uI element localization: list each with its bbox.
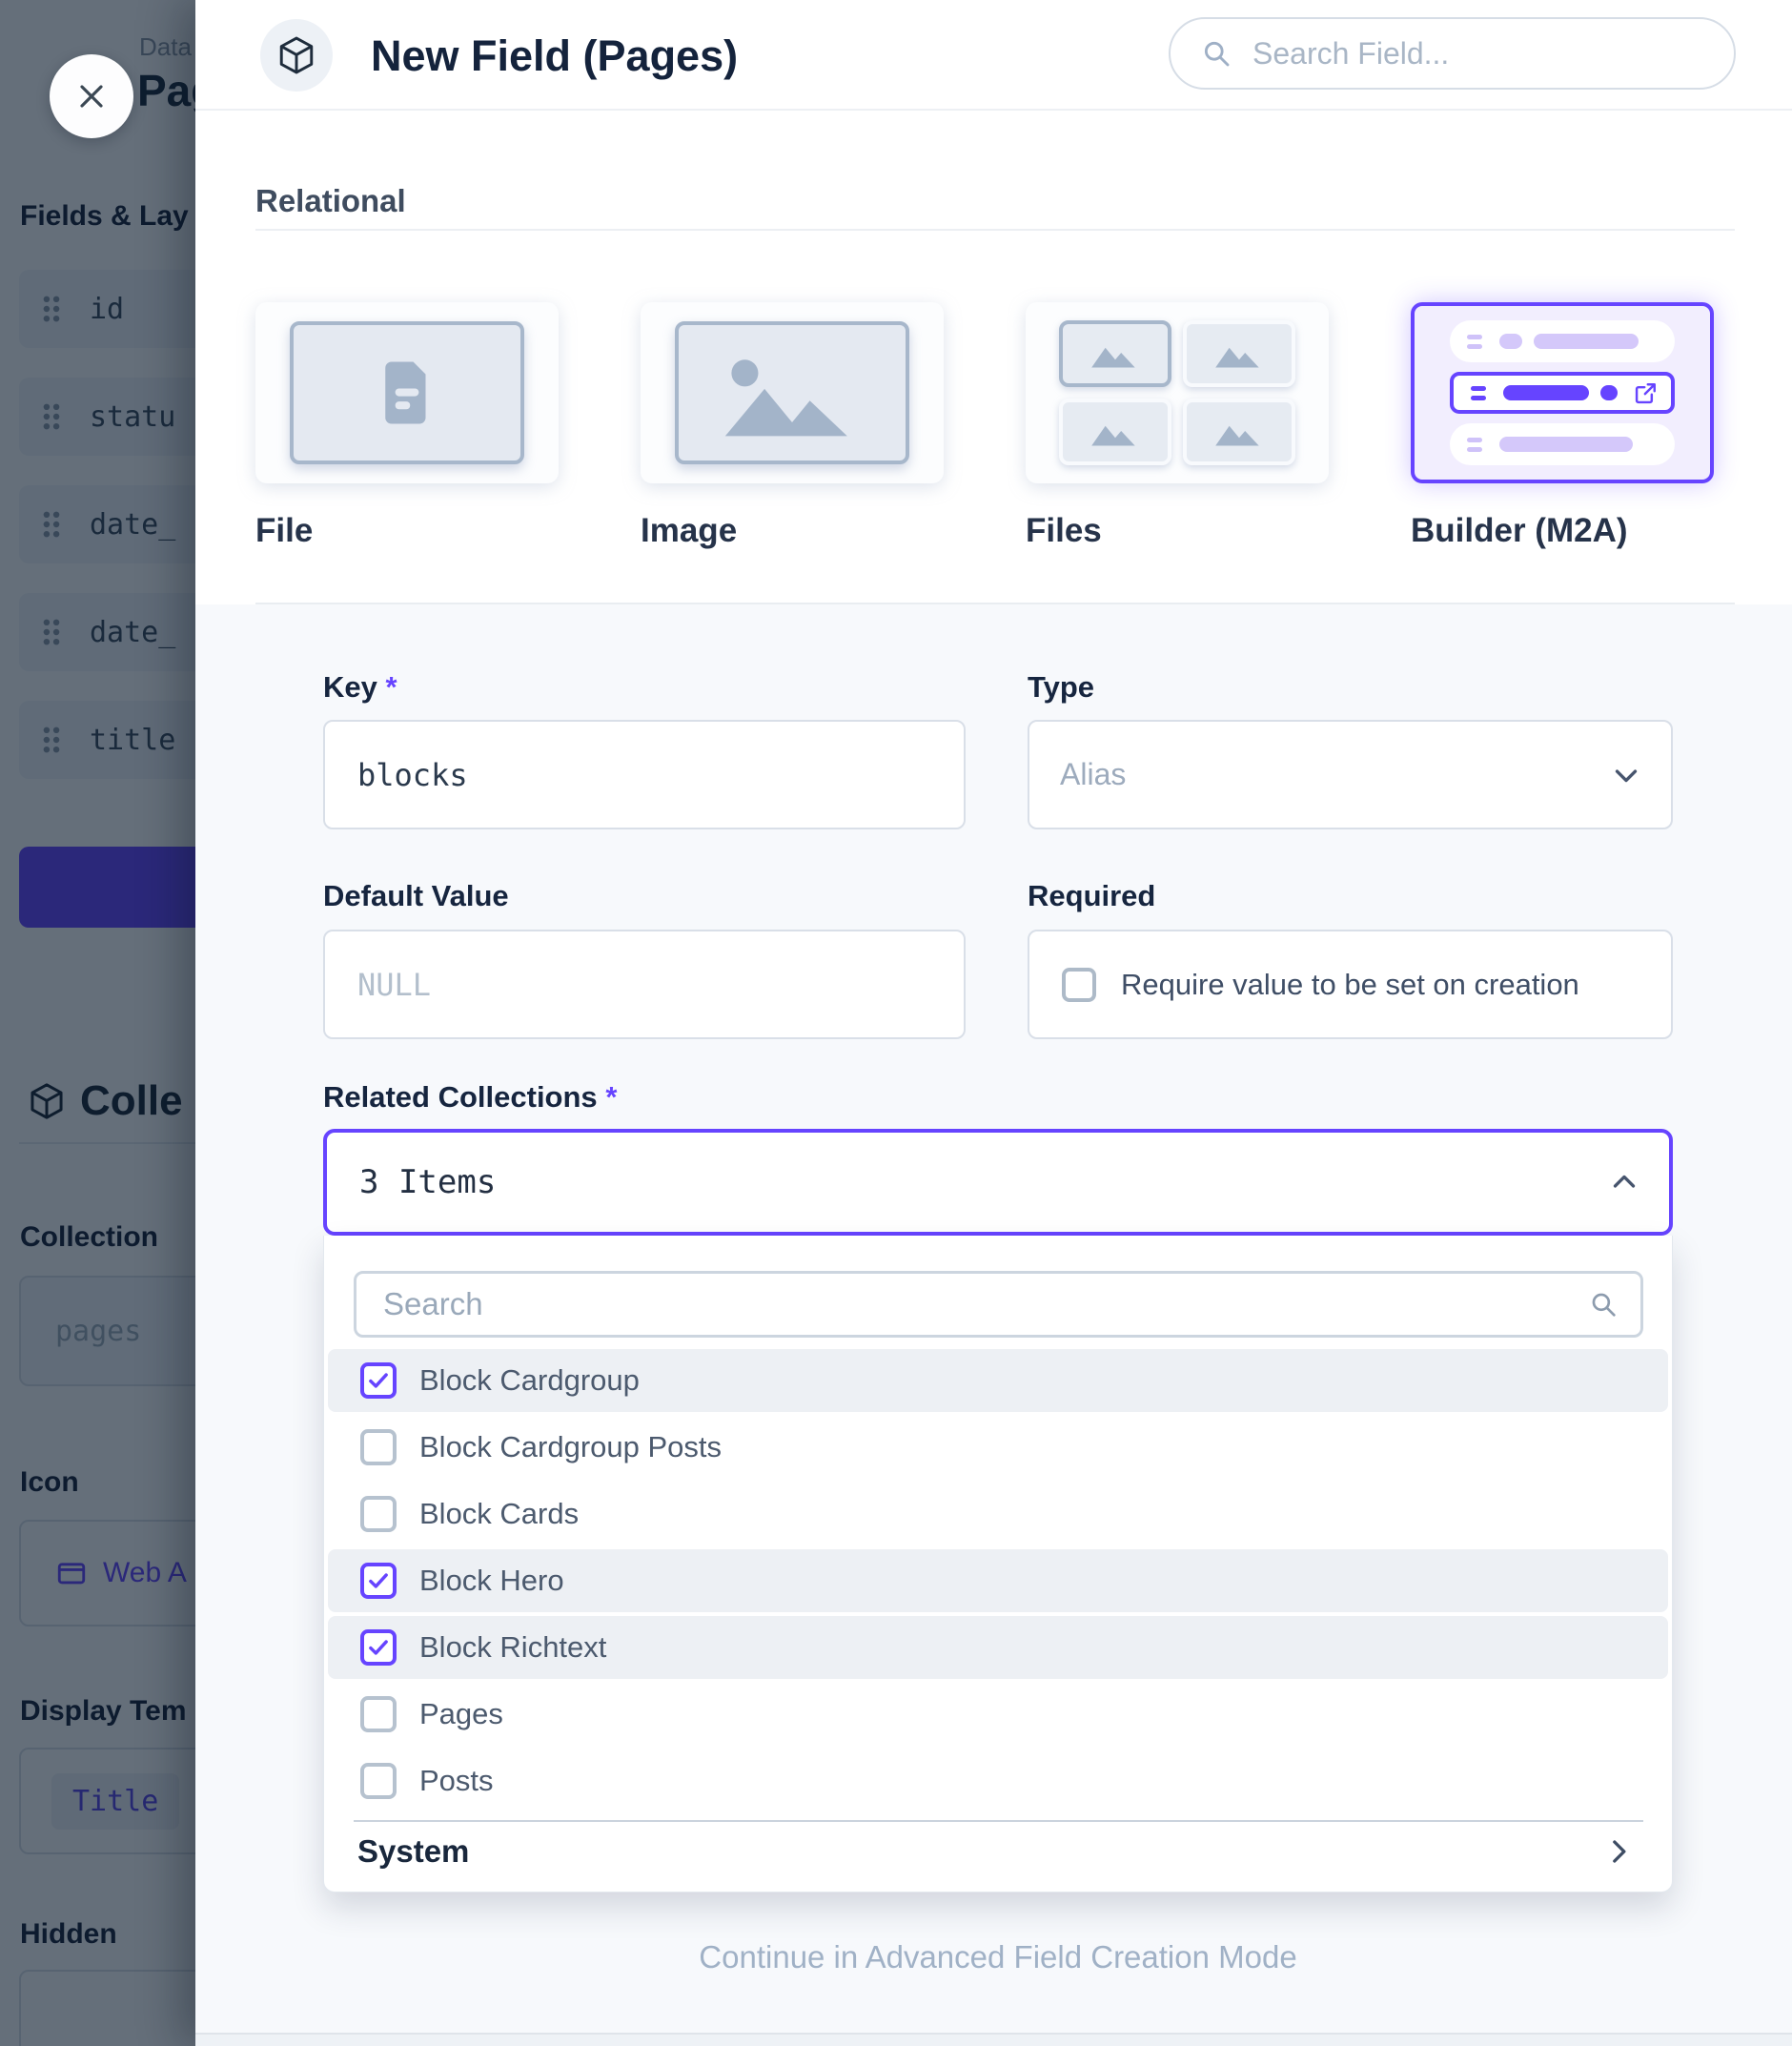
type-label: Type: [1028, 670, 1094, 705]
required-asterisk: *: [386, 670, 397, 704]
collection-option-label: Block Cards: [419, 1497, 579, 1531]
image-thumb-icon: [1059, 399, 1171, 465]
field-type-files[interactable]: Files: [1026, 302, 1329, 550]
type-select[interactable]: Alias: [1028, 720, 1673, 829]
external-link-icon: [1633, 379, 1660, 406]
related-collections-select[interactable]: 3 Items: [323, 1129, 1673, 1236]
image-thumb-icon: [1183, 320, 1295, 387]
default-value-input[interactable]: [323, 930, 966, 1039]
relational-divider: [255, 229, 1735, 231]
collection-option[interactable]: Block Hero: [328, 1549, 1668, 1612]
checkbox-icon[interactable]: [360, 1763, 397, 1799]
field-search[interactable]: [1169, 17, 1736, 90]
search-icon: [1199, 36, 1233, 71]
field-type-image[interactable]: Image: [641, 302, 944, 550]
new-field-drawer: New Field (Pages) Relational File: [195, 0, 1792, 2046]
close-drawer-button[interactable]: [50, 54, 133, 138]
default-value-label: Default Value: [323, 879, 509, 913]
builder-row: [1450, 423, 1675, 465]
header-divider: [195, 109, 1792, 111]
key-label: Key *: [323, 670, 397, 705]
collection-option-label: Block Richtext: [419, 1630, 606, 1665]
collection-option-label: Pages: [419, 1697, 503, 1731]
builder-row-active: [1450, 372, 1675, 414]
checkbox-icon[interactable]: [360, 1496, 397, 1532]
search-icon: [1587, 1288, 1619, 1320]
field-type-builder-m2a[interactable]: Builder (M2A): [1411, 302, 1714, 550]
image-icon: [702, 340, 883, 445]
chevron-right-icon: [1599, 1832, 1638, 1871]
box-icon: [275, 34, 317, 76]
chevron-down-icon: [1608, 757, 1644, 793]
chevron-up-icon: [1606, 1164, 1642, 1200]
required-asterisk: *: [605, 1080, 617, 1114]
checkbox-icon[interactable]: [360, 1563, 397, 1599]
checkbox-icon[interactable]: [360, 1429, 397, 1465]
collection-option-label: Block Cardgroup: [419, 1363, 640, 1398]
require-checkbox[interactable]: [1062, 968, 1096, 1002]
checkbox-icon[interactable]: [360, 1696, 397, 1732]
dropdown-search[interactable]: [354, 1271, 1643, 1338]
drawer-title: New Field (Pages): [371, 31, 738, 81]
key-input[interactable]: [323, 720, 966, 829]
collection-option[interactable]: Block Cards: [328, 1483, 1668, 1545]
footer-strip: [195, 2035, 1792, 2046]
relational-section-label: Relational: [255, 183, 406, 219]
field-search-input[interactable]: [1251, 35, 1674, 72]
collection-option-label: Posts: [419, 1764, 494, 1798]
image-thumb-icon: [1183, 399, 1295, 465]
collection-option-label: Block Hero: [419, 1564, 564, 1598]
drawer-icon-badge: [260, 19, 333, 92]
collection-option[interactable]: Pages: [328, 1683, 1668, 1746]
required-label: Required: [1028, 879, 1155, 913]
advanced-mode-link[interactable]: Continue in Advanced Field Creation Mode: [323, 1939, 1673, 1975]
collection-option[interactable]: Block Richtext: [328, 1616, 1668, 1679]
related-collections-label: Related Collections *: [323, 1080, 617, 1115]
checkbox-icon[interactable]: [360, 1362, 397, 1399]
collection-option-label: Block Cardgroup Posts: [419, 1430, 722, 1464]
image-thumb-icon: [1059, 320, 1171, 387]
file-icon: [370, 356, 444, 430]
field-type-file[interactable]: File: [255, 302, 559, 550]
system-row[interactable]: System: [324, 1822, 1672, 1881]
checkbox-icon[interactable]: [360, 1629, 397, 1666]
collection-option[interactable]: Block Cardgroup: [328, 1349, 1668, 1412]
related-collections-dropdown: Block Cardgroup Block Cardgroup Posts Bl…: [323, 1236, 1673, 1893]
background-sidebar: Data Pag Fields & Lay id statu date_ dat…: [0, 0, 195, 2046]
collection-option[interactable]: Block Cardgroup Posts: [328, 1416, 1668, 1479]
dropdown-search-input[interactable]: [381, 1285, 1587, 1323]
collection-option[interactable]: Posts: [328, 1749, 1668, 1812]
close-icon: [72, 77, 111, 115]
app-canvas: Data Pag Fields & Lay id statu date_ dat…: [0, 0, 1792, 2046]
collection-list: Block Cardgroup Block Cardgroup Posts Bl…: [328, 1349, 1668, 1816]
modal-overlay[interactable]: [0, 0, 195, 2046]
builder-row: [1450, 320, 1675, 362]
required-field: Require value to be set on creation: [1028, 930, 1673, 1039]
